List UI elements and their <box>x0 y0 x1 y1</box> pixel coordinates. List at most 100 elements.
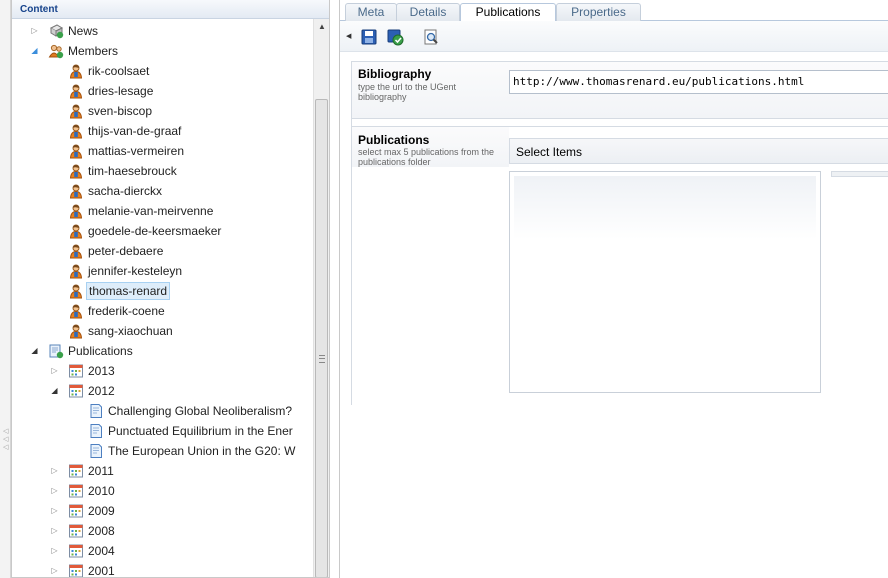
publications-form: Bibliography type the url to the UGent b… <box>351 61 888 406</box>
tree-item[interactable]: sang-xiaochuan <box>12 321 314 341</box>
bibliography-title: Bibliography <box>358 67 432 81</box>
tree-item[interactable]: Punctuated Equilibrium in the Ener <box>12 421 314 441</box>
tab-properties[interactable]: Properties <box>556 3 641 21</box>
publications-help: select max 5 publications from the publi… <box>358 147 495 167</box>
user-icon <box>68 103 84 119</box>
tree-item-label: 2008 <box>88 524 115 538</box>
tab-publications[interactable]: Publications <box>460 3 556 22</box>
tree-item-label: jennifer-kesteleyn <box>88 264 183 278</box>
tree-item-label: 2001 <box>88 564 115 578</box>
toolbar-collapse-icon[interactable]: ◀ <box>346 32 351 40</box>
tree-item-label: sang-xiaochuan <box>88 324 173 338</box>
tree-item-label: 2012 <box>88 384 115 398</box>
user-icon <box>68 163 84 179</box>
tree-item[interactable]: mattias-vermeiren <box>12 141 314 161</box>
collapse-arrow-icon[interactable]: ◢ <box>30 46 39 55</box>
selected-items-strip <box>831 171 888 177</box>
tree-item-label: rik-coolsaet <box>88 64 150 78</box>
user-icon <box>68 323 84 339</box>
tree-item-label: mattias-vermeiren <box>88 144 185 158</box>
tree-item[interactable]: Challenging Global Neoliberalism? <box>12 401 314 421</box>
user-icon <box>68 223 84 239</box>
tree-item[interactable]: peter-debaere <box>12 241 314 261</box>
tree-item-label: goedele-de-keersmaeker <box>88 224 222 238</box>
expand-arrow-icon[interactable]: ▷ <box>50 466 59 475</box>
panel-header: Content <box>12 0 329 19</box>
content-tree: ▷ News ◢ Members rik-coolsaet dries-lesage sve… <box>12 19 314 578</box>
user-icon <box>68 123 84 139</box>
tree-item[interactable]: The European Union in the G20: W <box>12 441 314 461</box>
tree-item[interactable]: dries-lesage <box>12 81 314 101</box>
calendar-icon <box>68 523 84 539</box>
editor-panel: Meta Details Publications Properties ◀ B… <box>339 0 888 578</box>
tree-item[interactable]: ▷ 2013 <box>12 361 314 381</box>
tree-item-label: tim-haesebrouck <box>88 164 177 178</box>
tree-item[interactable]: tim-haesebrouck <box>12 161 314 181</box>
publications-title: Publications <box>358 133 430 147</box>
bibliography-section: Bibliography type the url to the UGent b… <box>352 62 888 119</box>
expand-arrow-icon[interactable]: ▷ <box>50 366 59 375</box>
tree-item[interactable]: thomas-renard <box>12 281 314 301</box>
expand-arrow-icon[interactable]: ▷ <box>50 526 59 535</box>
user-icon <box>68 63 84 79</box>
tree-item[interactable]: ◢ 2012 <box>12 381 314 401</box>
tree-item-label: 2010 <box>88 484 115 498</box>
tree-item[interactable]: goedele-de-keersmaeker <box>12 221 314 241</box>
news-icon <box>48 23 64 39</box>
tree-scrollbar[interactable]: ▲ <box>313 19 329 577</box>
expand-arrow-icon[interactable]: ▷ <box>50 486 59 495</box>
tree-item[interactable]: rik-coolsaet <box>12 61 314 81</box>
expand-arrow-icon[interactable]: ▷ <box>50 566 59 575</box>
bibliography-url-input[interactable]: http://www.thomasrenard.eu/publications.… <box>509 70 888 94</box>
tree-item[interactable]: ▷ 2004 <box>12 541 314 561</box>
expand-arrow-icon[interactable]: ▷ <box>30 26 39 35</box>
tree-item-label: 2011 <box>88 464 114 478</box>
tree-item-label: Members <box>68 44 119 58</box>
user-icon <box>68 83 84 99</box>
tree-item[interactable]: jennifer-kesteleyn <box>12 261 314 281</box>
tree-item[interactable]: ▷ 2010 <box>12 481 314 501</box>
user-icon <box>68 203 84 219</box>
collapse-arrow-icon[interactable]: ◢ <box>50 386 59 395</box>
tree-item[interactable]: sacha-dierckx <box>12 181 314 201</box>
tree-item[interactable]: ◢ Publications <box>12 341 314 361</box>
tree-item-label: 2009 <box>88 504 115 518</box>
tree-item[interactable]: frederik-coene <box>12 301 314 321</box>
tree-item[interactable]: melanie-van-meirvenne <box>12 201 314 221</box>
user-icon <box>68 183 84 199</box>
tree-item[interactable]: ▷ 2011 <box>12 461 314 481</box>
publications-list-box[interactable] <box>509 171 821 393</box>
scroll-up-icon[interactable]: ▲ <box>314 19 329 35</box>
calendar-icon <box>68 383 84 399</box>
tree-item[interactable]: ▷ 2009 <box>12 501 314 521</box>
list-content <box>514 176 816 388</box>
tab-bar: Meta Details Publications Properties <box>340 0 888 22</box>
save-publish-icon[interactable] <box>386 28 404 46</box>
tree-item[interactable]: ◢ Members <box>12 41 314 61</box>
tree-item-label: thomas-renard <box>86 282 171 300</box>
tree-item-label: News <box>68 24 99 38</box>
tree-item-label: 2004 <box>88 544 115 558</box>
preview-icon[interactable] <box>422 28 440 46</box>
tree-item-label: thijs-van-de-graaf <box>88 124 182 138</box>
document-icon <box>88 443 104 459</box>
tree-item[interactable]: sven-biscop <box>12 101 314 121</box>
select-items-header[interactable]: Select Items <box>509 138 888 164</box>
tree-item-label: 2013 <box>88 364 115 378</box>
collapse-arrow-icon[interactable]: ◢ <box>30 346 39 355</box>
tree-item[interactable]: ▷ 2008 <box>12 521 314 541</box>
collapse-grip-icon[interactable]: ◁ ◁ ◁ <box>3 428 9 452</box>
tree-item[interactable]: thijs-van-de-graaf <box>12 121 314 141</box>
tab-details[interactable]: Details <box>396 3 460 21</box>
tab-meta[interactable]: Meta <box>345 3 397 21</box>
tree-item[interactable]: ▷ 2001 <box>12 561 314 578</box>
tree-item[interactable]: ▷ News <box>12 21 314 41</box>
save-icon[interactable] <box>360 28 378 46</box>
scroll-thumb[interactable] <box>315 99 328 577</box>
expand-arrow-icon[interactable]: ▷ <box>50 506 59 515</box>
tree-item-label: The European Union in the G20: W <box>108 444 296 458</box>
tree-item-label: Punctuated Equilibrium in the Ener <box>108 424 293 438</box>
calendar-icon <box>68 543 84 559</box>
expand-arrow-icon[interactable]: ▷ <box>50 546 59 555</box>
user-icon <box>68 243 84 259</box>
